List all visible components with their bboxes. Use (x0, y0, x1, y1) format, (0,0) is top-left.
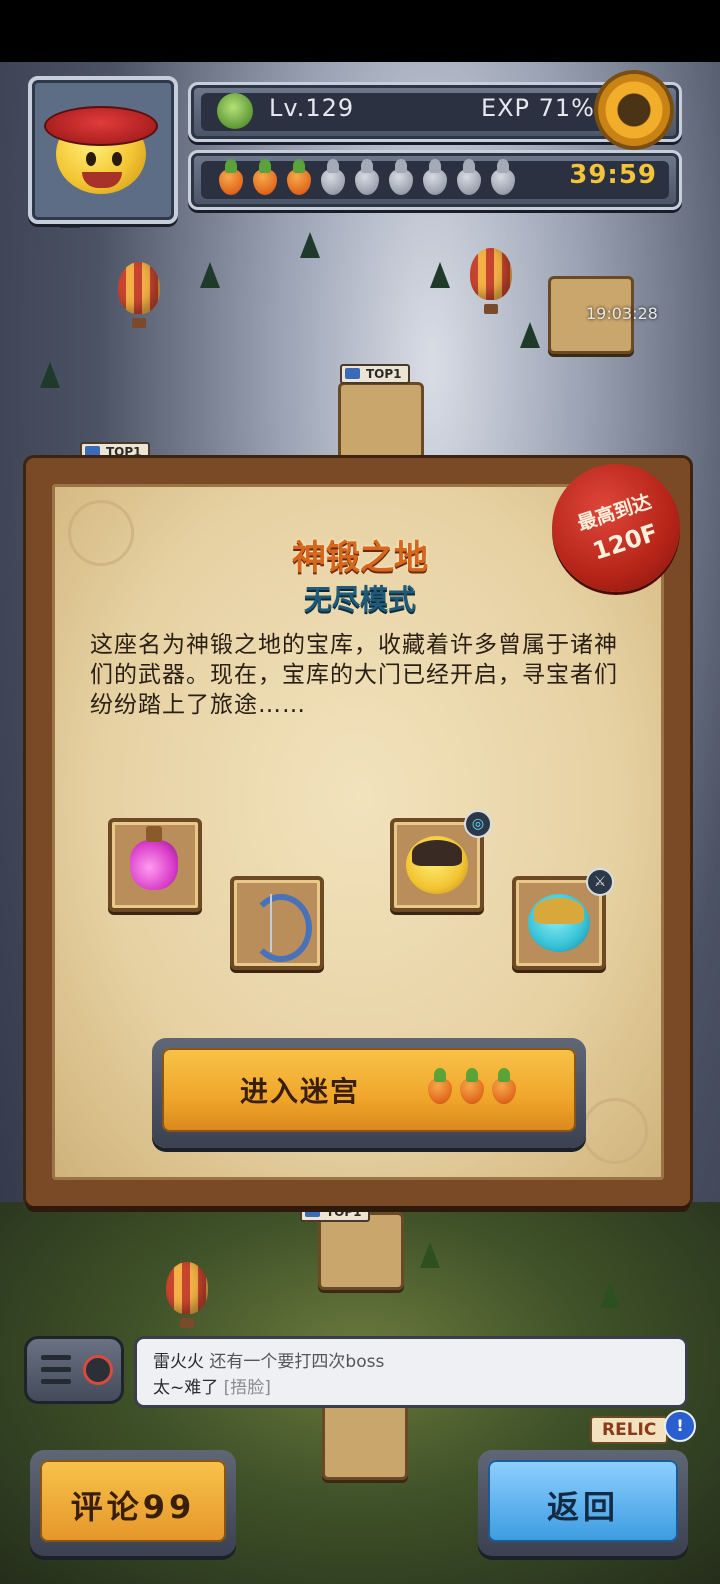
carrot-leaf (497, 159, 509, 173)
reward-potion[interactable] (108, 818, 202, 912)
bow-icon (250, 894, 312, 962)
tree-icon (200, 262, 220, 288)
tree-icon (520, 322, 540, 348)
tree-icon (600, 1282, 620, 1308)
hero-samurai-icon (406, 836, 468, 894)
enter-dungeon-button[interactable]: 进入迷宫 (152, 1038, 586, 1148)
back-button-label: 返回 (546, 1488, 619, 1526)
carrot-icon (456, 1068, 488, 1106)
map-stage-node[interactable] (322, 1402, 408, 1480)
tree-icon (420, 1242, 440, 1268)
sword-class-icon: ⚔ (586, 868, 614, 896)
chat-bubble[interactable]: 雷火火 还有一个要打四次boss 太~难了 [捂脸] (134, 1336, 688, 1408)
carrot-leaf (225, 159, 237, 173)
settings-gear-icon[interactable] (598, 68, 670, 152)
avatar-eye (86, 152, 96, 166)
balloon-icon (118, 262, 160, 328)
carrot-icon (249, 159, 281, 197)
reward-hero-knight[interactable]: ⚔ (512, 868, 614, 970)
carrot-icon (488, 1068, 520, 1106)
gear-tooth (598, 74, 670, 146)
helmet-icon (534, 898, 584, 924)
chat-emote: [捂脸] (223, 1378, 271, 1398)
comment-button-face: 评论99 (40, 1460, 226, 1542)
carrot-empty-icon (385, 159, 417, 197)
back-button-face: 返回 (488, 1460, 678, 1542)
avatar-hat (44, 106, 158, 146)
balloon-icon (470, 248, 512, 314)
tree-icon (300, 232, 320, 258)
tree-icon (40, 362, 60, 388)
radio-grille (41, 1379, 71, 1384)
carrot-leaf (259, 159, 271, 173)
gear-tooth (598, 74, 670, 146)
carrot-empty-icon (487, 159, 519, 197)
avatar-eye (112, 152, 122, 166)
dungeon-mode: 无尽模式 (303, 583, 416, 616)
carrot-leaf (361, 159, 373, 173)
energy-carrots (215, 159, 519, 197)
comment-button[interactable]: 评论99 (30, 1450, 236, 1556)
top-rank-tag: TOP1 (340, 364, 410, 384)
potion-icon (130, 826, 178, 890)
enter-button-face: 进入迷宫 (162, 1048, 576, 1132)
map-stage-node[interactable] (338, 382, 424, 460)
reward-bow[interactable] (230, 876, 324, 970)
enter-cost-carrots (424, 1068, 520, 1106)
carrot-empty-icon (453, 159, 485, 197)
water-element-icon: ◎ (464, 810, 492, 838)
carrot-leaf (466, 1068, 478, 1082)
dungeon-title: 神锻之地 (292, 538, 428, 578)
level-label: Lv.129 (269, 94, 355, 122)
exp-label: EXP 71% (480, 94, 595, 122)
carrot-empty-icon (419, 159, 451, 197)
radio-grille (41, 1355, 71, 1360)
carrot-leaf (327, 159, 339, 173)
relic-tag[interactable]: RELIC (590, 1416, 669, 1444)
alert-icon[interactable]: ! (664, 1410, 696, 1442)
helmet-icon (412, 840, 462, 866)
carrot-empty-icon (317, 159, 349, 197)
chat-message-continued: 太~难了 (153, 1378, 219, 1398)
carrot-empty-icon (351, 159, 383, 197)
tree-level-icon (217, 93, 253, 129)
carrot-leaf (395, 159, 407, 173)
carrot-icon (424, 1068, 456, 1106)
carrot-icon (283, 159, 315, 197)
chest-timer: 19:03:28 (586, 304, 658, 323)
map-stage-node[interactable] (318, 1212, 404, 1290)
carrot-icon (215, 159, 247, 197)
carrot-leaf (293, 159, 305, 173)
radio-grille (41, 1367, 71, 1372)
chat-sender: 雷火火 (153, 1352, 204, 1372)
tree-icon (430, 262, 450, 288)
carrot-leaf (463, 159, 475, 173)
energy-timer: 39:59 (569, 160, 657, 190)
reward-hero-samurai[interactable]: ◎ (390, 810, 492, 912)
chat-radio-icon[interactable] (24, 1336, 124, 1404)
back-button[interactable]: 返回 (478, 1450, 688, 1556)
chat-message: 还有一个要打四次boss (209, 1352, 385, 1372)
radio-dial (83, 1355, 113, 1385)
hero-knight-icon (528, 894, 590, 952)
corner-ornament (582, 1098, 648, 1164)
dungeon-description: 这座名为神锻之地的宝库，收藏着许多曾属于诸神们的武器。现在，宝库的大门已经开启，… (90, 632, 618, 718)
energy-bar: 39:59 (188, 150, 682, 210)
carrot-leaf (434, 1068, 446, 1082)
balloon-icon (166, 1262, 208, 1328)
player-avatar[interactable] (28, 76, 178, 224)
carrot-leaf (429, 159, 441, 173)
bow-string (270, 894, 272, 952)
carrot-leaf (498, 1068, 510, 1082)
enter-button-label: 进入迷宫 (240, 1075, 361, 1108)
comment-button-label: 评论99 (70, 1488, 196, 1526)
